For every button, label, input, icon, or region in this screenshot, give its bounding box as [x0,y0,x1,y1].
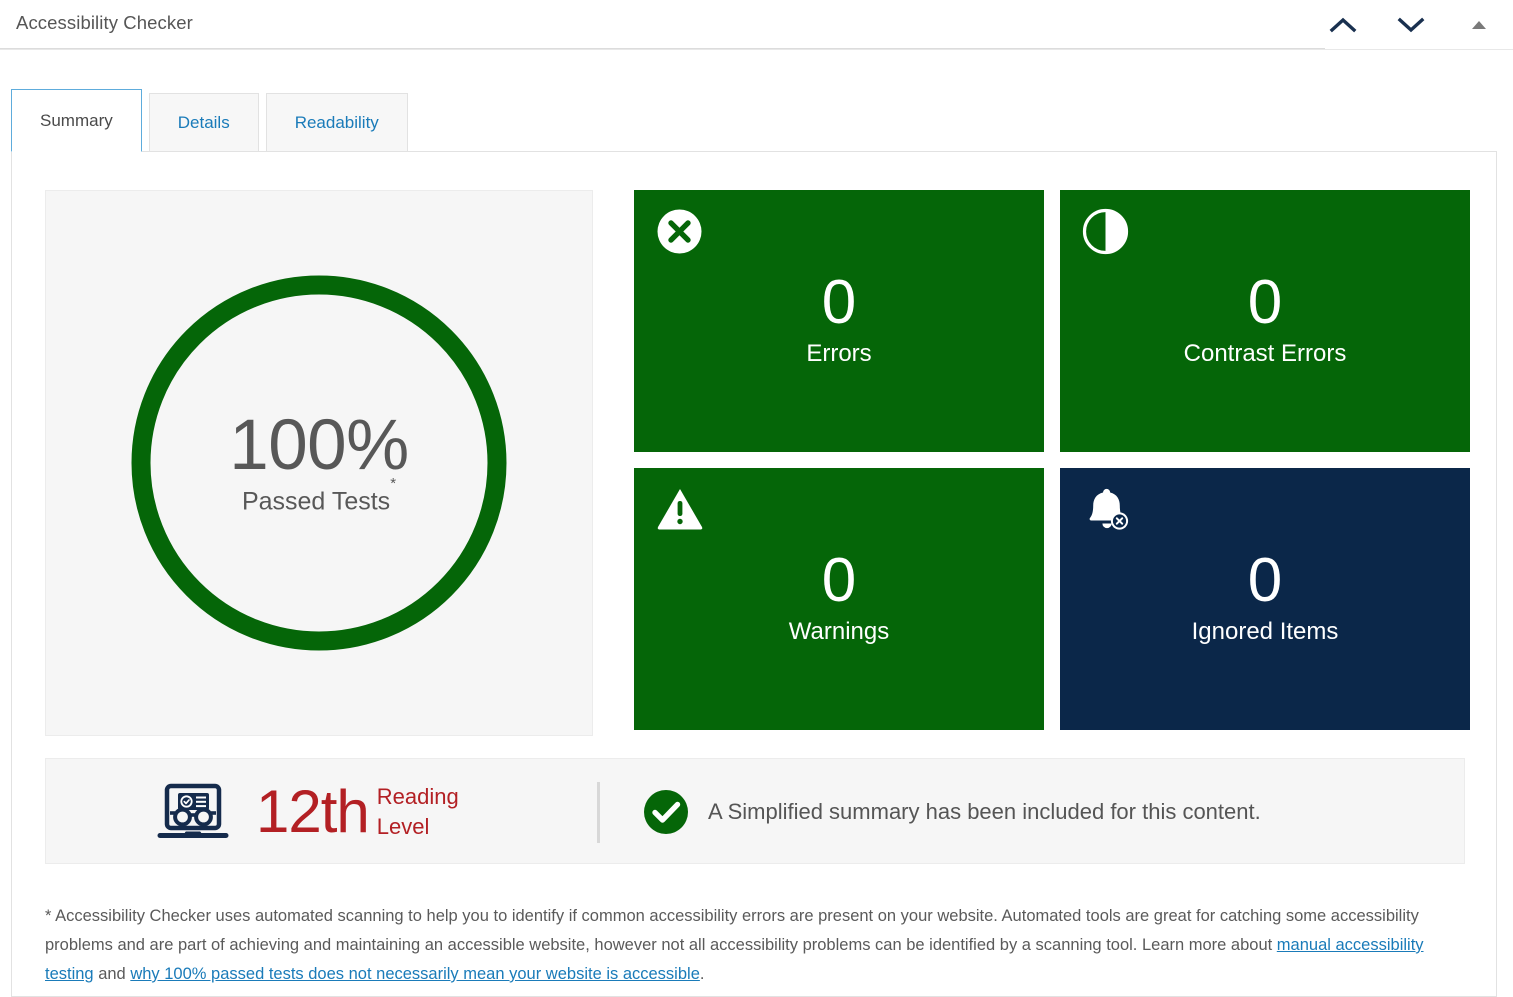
reading-bar-divider [597,782,600,843]
stat-tile-contrast-errors[interactable]: 0 Contrast Errors [1060,190,1470,452]
chevron-down-icon [1396,15,1426,35]
reading-level-grade: 12th [256,778,370,845]
stat-tile-ignored-items[interactable]: 0 Ignored Items [1060,468,1470,730]
stat-tile-errors-count: 0 [821,268,857,337]
x-circle-icon [656,208,703,255]
contrast-half-circle-icon [1082,208,1129,255]
tab-readability[interactable]: Readability [265,93,408,151]
page-title: Accessibility Checker [16,12,193,33]
footnote-part-3: . [699,965,705,983]
reading-level-caption-line2: Level [376,814,430,839]
collapse-up-button[interactable] [1309,0,1377,49]
simplified-summary-text: A Simplified summary has been included f… [708,799,1261,824]
stat-tile-warnings-count: 0 [821,546,857,615]
header-divider-secondary [0,49,1513,50]
stat-tile-ignored-items-body: 0 Ignored Items [1060,550,1470,646]
reading-level-caption: Reading Level [377,782,459,843]
stat-tile-contrast-errors-count: 0 [1247,268,1283,337]
chevron-up-icon [1328,15,1358,35]
stat-tile-warnings-label: Warnings [788,618,890,645]
panel-toggle-button[interactable] [1445,0,1513,49]
gauge-caption: Passed Tests* [241,475,396,516]
tab-summary-label: Summary [40,110,113,130]
stat-tile-errors-label: Errors [806,340,872,367]
header-actions [1309,0,1513,49]
laptop-glasses-icon [156,779,230,845]
footnote-part-2: and [93,965,131,983]
reading-level-caption-line1: Reading [376,783,459,809]
stat-tile-errors-body: 0 Errors [634,272,1044,368]
bell-off-icon [1082,486,1132,534]
tab-summary[interactable]: Summary [11,89,142,152]
stat-tile-errors[interactable]: 0 Errors [634,190,1044,452]
triangle-up-icon [1470,18,1488,32]
gauge-percent-value: 100% [229,405,409,485]
expand-down-button[interactable] [1377,0,1445,49]
passed-tests-gauge-card: 100% Passed Tests* [45,190,593,736]
reading-level-bar: 12th Reading Level A Simplified summary … [45,758,1465,864]
reading-level-group: 12th Reading Level [156,759,459,865]
why-100-percent-link[interactable]: why 100% passed tests does not necessari… [130,965,700,983]
tab-readability-label: Readability [294,112,379,132]
tab-bar: Summary Details Readability [11,89,415,152]
passed-tests-gauge: 100% Passed Tests* [123,267,515,659]
summary-panel: 100% Passed Tests* 0 Errors 0 Contrast E… [11,151,1497,997]
check-circle-icon [642,788,690,836]
panel-header: Accessibility Checker [0,0,1513,49]
stat-tile-warnings[interactable]: 0 Warnings [634,468,1044,730]
stat-tile-ignored-items-count: 0 [1247,546,1283,615]
tab-details-label: Details [177,112,230,132]
simplified-summary-status: A Simplified summary has been included f… [642,759,1261,865]
footnote: * Accessibility Checker uses automated s… [45,902,1474,989]
gauge-center-label: 100% Passed Tests* [123,267,515,659]
stat-tile-contrast-errors-body: 0 Contrast Errors [1060,272,1470,368]
tab-details[interactable]: Details [148,93,259,151]
warning-triangle-icon [656,486,704,531]
stat-tile-warnings-body: 0 Warnings [634,550,1044,646]
gauge-caption-asterisk: * [390,474,397,492]
stat-tile-contrast-errors-label: Contrast Errors [1183,340,1347,367]
footnote-part-1: * Accessibility Checker uses automated s… [45,907,1419,954]
gauge-caption-text: Passed Tests [241,487,391,516]
stat-tile-ignored-items-label: Ignored Items [1191,618,1339,645]
